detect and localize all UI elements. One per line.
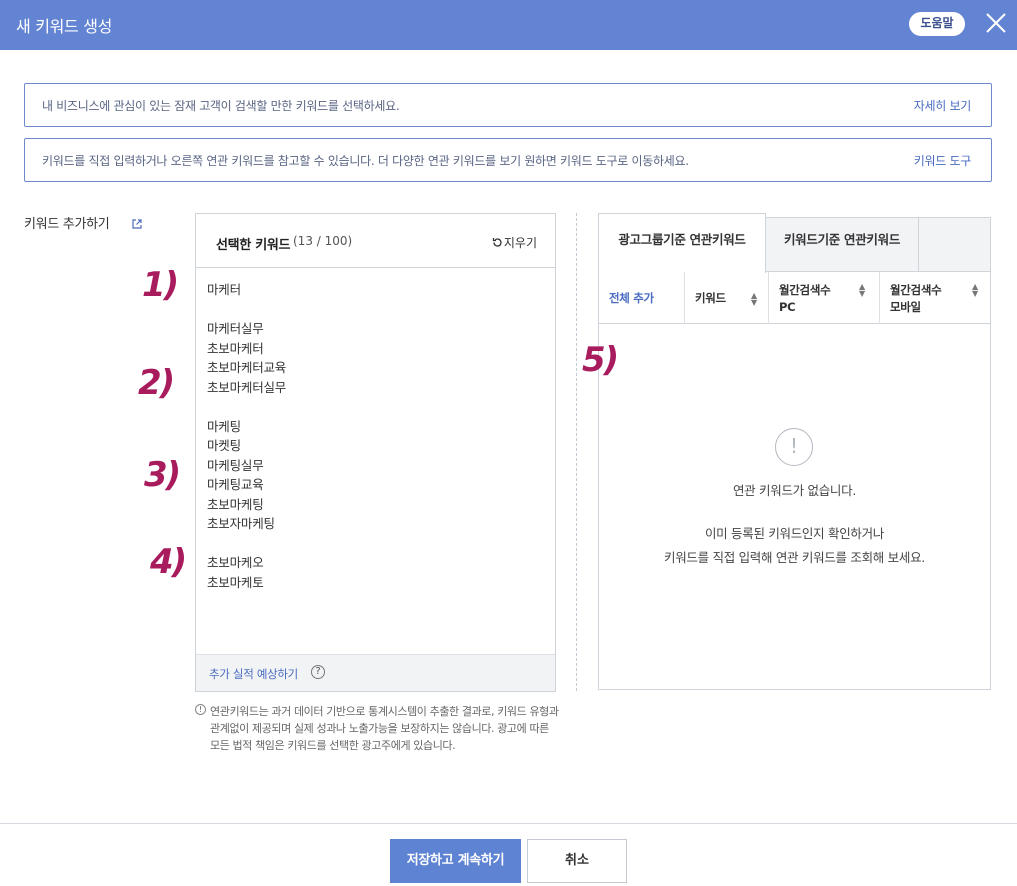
keyword-line: 초보마케터 xyxy=(207,340,264,356)
column-monthly-pc[interactable]: 월간검색수 PC ▲ ▼ xyxy=(769,272,880,324)
column-mobile-line2: 모바일 xyxy=(890,300,921,314)
keyword-line: 초보마케토 xyxy=(207,574,264,590)
keyword-line: 마케팅실무 xyxy=(207,457,264,473)
column-mobile-label: 월간검색수모바일 xyxy=(890,282,942,316)
handwritten-annotation: 5) xyxy=(582,340,619,380)
empty-state-line: 키워드를 직접 입력해 연관 키워드를 조회해 보세요. xyxy=(664,550,925,565)
keyword-line: 마케터 xyxy=(207,282,241,297)
empty-state-line: 이미 등록된 키워드인지 확인하거나 xyxy=(704,526,885,541)
modal-title: 새 키워드 생성 xyxy=(16,17,113,36)
tab-adgroup-related[interactable]: 광고그룹기준 연관키워드 xyxy=(598,213,766,273)
forecast-link[interactable]: 추가 실적 예상하기 xyxy=(209,666,298,682)
disclaimer-text: 연관키워드는 과거 데이터 기반으로 통계시스템이 추출한 결과로, 키워드 유… xyxy=(210,705,559,752)
add-all-label: 전체 추가 xyxy=(609,291,654,305)
modal-footer: 저장하고 계속하기 취소 xyxy=(0,823,1017,886)
selected-keywords-footer: 추가 실적 예상하기 ? xyxy=(196,654,555,691)
selected-keywords-count: (13 / 100) xyxy=(293,234,353,248)
column-pc-label: 월간검색수 PC xyxy=(779,282,831,316)
cancel-button[interactable]: 취소 xyxy=(527,839,627,883)
column-mobile-line1: 월간검색수 xyxy=(890,283,942,297)
empty-state-message: 이미 등록된 키워드인지 확인하거나 키워드를 직접 입력해 연관 키워드를 조… xyxy=(599,522,990,570)
keyword-textarea[interactable]: 마케터 마케터실무 초보마케터 초보마케터교육 초보마케터실무 마케팅 마켓팅 … xyxy=(207,280,286,592)
keyword-line xyxy=(207,534,286,554)
learn-more-link[interactable]: 자세히 보기 xyxy=(914,97,972,114)
notice-box: 키워드를 직접 입력하거나 오른쪽 연관 키워드를 참고할 수 있습니다. 더 … xyxy=(24,138,992,182)
column-monthly-mobile[interactable]: 월간검색수모바일 ▲ ▼ xyxy=(880,272,990,324)
keyword-line: 마케팅 xyxy=(207,418,241,434)
handwritten-annotation: 4) xyxy=(150,542,187,582)
sort-icon[interactable]: ▲ ▼ xyxy=(859,283,865,298)
selected-keywords-panel: 선택한 키워드 (13 / 100) 지우기 마케터 마케터실무 초보마케터 초… xyxy=(195,213,556,692)
selected-keywords-title: 선택한 키워드 xyxy=(216,238,291,253)
notice-box: 내 비즈니스에 관심이 있는 잠재 고객이 검색할 만한 키워드를 선택하세요.… xyxy=(24,83,992,127)
add-all-button[interactable]: 전체 추가 xyxy=(599,272,685,324)
add-keywords-label: 키워드 추가하기 xyxy=(24,217,110,232)
keyword-line: 초보마케오 xyxy=(207,555,264,570)
handwritten-annotation: 3) xyxy=(144,455,181,495)
keyword-line: 마케팅교육 xyxy=(207,477,264,492)
notice-text: 키워드를 직접 입력하거나 오른쪽 연관 키워드를 참고할 수 있습니다. 더 … xyxy=(42,154,689,168)
external-link-icon[interactable] xyxy=(131,215,143,229)
sort-icon[interactable]: ▲ ▼ xyxy=(751,292,757,307)
related-table-header: 전체 추가 키워드 ▲ ▼ 월간검색수 PC ▲ ▼ 월간검색수모바일 ▲ ▼ xyxy=(599,272,990,324)
handwritten-annotation: 2) xyxy=(138,363,175,403)
keyword-line: 초보마케팅 xyxy=(207,496,264,512)
column-pc-line1: 월간검색수 xyxy=(779,283,831,297)
keyword-line: 초보자마케팅 xyxy=(207,516,275,531)
keyword-line: 초보마케터실무 xyxy=(207,379,287,395)
keyword-line: 마켓팅 xyxy=(207,438,241,453)
keyword-line: 초보마케터교육 xyxy=(207,360,287,375)
column-keyword-label: 키워드 xyxy=(695,291,726,305)
refresh-icon xyxy=(492,237,503,248)
alert-icon: ! xyxy=(775,428,813,466)
notice-text: 내 비즈니스에 관심이 있는 잠재 고객이 검색할 만한 키워드를 선택하세요. xyxy=(42,99,400,113)
keyword-tool-link[interactable]: 키워드 도구 xyxy=(914,152,972,169)
selected-keywords-header: 선택한 키워드 (13 / 100) 지우기 xyxy=(196,214,555,268)
save-continue-button[interactable]: 저장하고 계속하기 xyxy=(390,839,521,883)
keyword-line xyxy=(207,300,286,320)
column-keyword[interactable]: 키워드 ▲ ▼ xyxy=(685,272,769,324)
panel-divider xyxy=(576,213,577,691)
keyword-line: 마케터실무 xyxy=(207,321,264,336)
empty-state-title: 연관 키워드가 없습니다. xyxy=(732,483,857,498)
help-button[interactable]: 도움말 xyxy=(909,12,965,36)
close-icon[interactable] xyxy=(984,11,1008,35)
sort-icon[interactable]: ▲ ▼ xyxy=(972,283,978,298)
clear-button[interactable]: 지우기 xyxy=(492,234,537,251)
related-tabs: 광고그룹기준 연관키워드 키워드기준 연관키워드 xyxy=(598,213,990,273)
info-icon: ! xyxy=(195,704,206,715)
handwritten-annotation: 1) xyxy=(142,265,179,305)
tab-keyword-related[interactable]: 키워드기준 연관키워드 xyxy=(766,218,919,272)
help-icon[interactable]: ? xyxy=(311,665,325,679)
modal-header: 새 키워드 생성 도움말 xyxy=(0,0,1017,50)
clear-label: 지우기 xyxy=(503,236,537,250)
column-pc-line2: PC xyxy=(779,300,796,314)
related-keywords-panel: 광고그룹기준 연관키워드 키워드기준 연관키워드 전체 추가 키워드 ▲ ▼ 월간검… xyxy=(598,213,991,690)
keyword-line xyxy=(207,397,286,417)
